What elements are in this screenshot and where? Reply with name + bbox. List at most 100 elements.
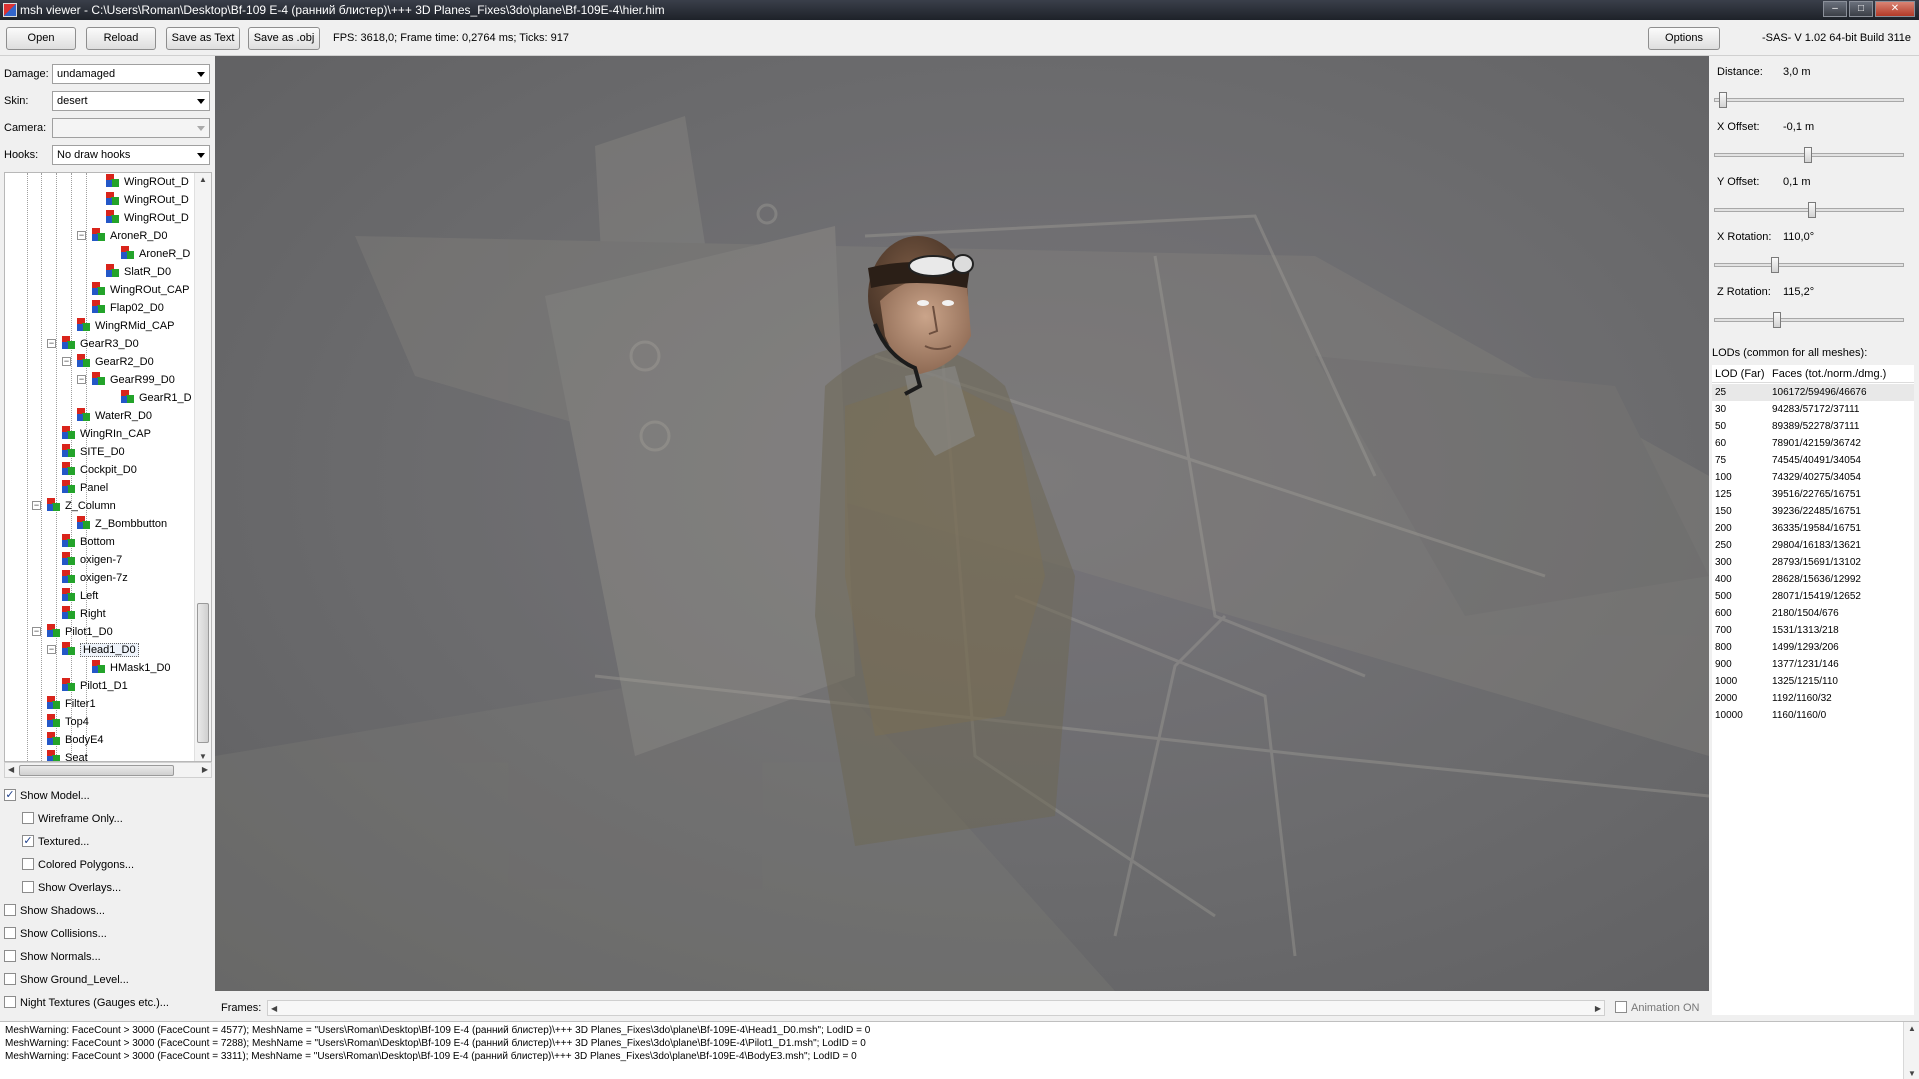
- tree-node[interactable]: WingRMid_CAP: [77, 317, 174, 335]
- slider-thumb[interactable]: [1771, 257, 1780, 273]
- lod-row[interactable]: 900 1377/1231/146: [1712, 656, 1914, 673]
- scroll-left-icon[interactable]: ◀: [271, 1004, 277, 1013]
- tree-node[interactable]: WingROut_D: [106, 173, 189, 191]
- scroll-right-icon[interactable]: ▶: [1595, 1004, 1601, 1013]
- tree-node[interactable]: Filter1: [47, 695, 96, 713]
- tree-node[interactable]: − Pilot1_D0: [32, 623, 113, 641]
- tree-node[interactable]: AroneR_D: [121, 245, 190, 263]
- options-button[interactable]: Options: [1648, 27, 1720, 50]
- checkbox[interactable]: [22, 881, 34, 893]
- tree-node[interactable]: − AroneR_D0: [77, 227, 167, 245]
- collapse-icon[interactable]: −: [77, 375, 86, 384]
- log-scrollbar[interactable]: ▲ ▼: [1903, 1022, 1919, 1079]
- lod-row[interactable]: 30 94283/57172/37111: [1712, 401, 1914, 418]
- lod-row[interactable]: 75 74545/40491/34054: [1712, 452, 1914, 469]
- lod-row[interactable]: 25 106172/59496/46676: [1712, 384, 1914, 401]
- scroll-down-icon[interactable]: ▼: [199, 752, 207, 761]
- close-button[interactable]: ✕: [1875, 1, 1915, 17]
- log-output[interactable]: MeshWarning: FaceCount > 3000 (FaceCount…: [0, 1021, 1919, 1079]
- lod-faces-header[interactable]: Faces (tot./norm./dmg.): [1772, 368, 1886, 380]
- lod-row[interactable]: 700 1531/1313/218: [1712, 622, 1914, 639]
- tree-node[interactable]: Seat: [47, 749, 88, 761]
- collapse-icon[interactable]: −: [62, 357, 71, 366]
- lod-table[interactable]: LOD (Far) Faces (tot./norm./dmg.) 25 1061…: [1712, 365, 1914, 1015]
- tree-node[interactable]: − GearR3_D0: [47, 335, 139, 353]
- slider-track[interactable]: [1714, 312, 1904, 328]
- lod-row[interactable]: 500 28071/15419/12652: [1712, 588, 1914, 605]
- tree-node[interactable]: − Head1_D0: [47, 641, 139, 659]
- slider-track[interactable]: [1714, 147, 1904, 163]
- lod-row[interactable]: 800 1499/1293/206: [1712, 639, 1914, 656]
- slider-track[interactable]: [1714, 202, 1904, 218]
- lod-row[interactable]: 200 36335/19584/16751: [1712, 520, 1914, 537]
- slider-thumb[interactable]: [1773, 312, 1782, 328]
- save-as-text-button[interactable]: Save as Text: [166, 27, 240, 50]
- damage-select[interactable]: undamaged: [52, 64, 210, 84]
- checkbox[interactable]: [4, 973, 16, 985]
- lod-row[interactable]: 50 89389/52278/37111: [1712, 418, 1914, 435]
- skin-select[interactable]: desert: [52, 91, 210, 111]
- tree-horizontal-scrollbar[interactable]: ◀ ▶: [4, 762, 212, 778]
- tree-node[interactable]: − Z_Column: [32, 497, 116, 515]
- scroll-up-icon[interactable]: ▲: [1908, 1024, 1916, 1033]
- checkbox[interactable]: [4, 927, 16, 939]
- tree-node[interactable]: Panel: [62, 479, 108, 497]
- lod-far-header[interactable]: LOD (Far): [1715, 368, 1765, 380]
- tree-node[interactable]: − GearR99_D0: [77, 371, 175, 389]
- tree-node[interactable]: GearR1_D: [121, 389, 192, 407]
- scroll-down-icon[interactable]: ▼: [1908, 1069, 1916, 1078]
- tree-node[interactable]: Right: [62, 605, 106, 623]
- mesh-tree[interactable]: WingROut_D WingROut_D WingROut_D − AroneR_D0…: [4, 172, 212, 762]
- scroll-up-icon[interactable]: ▲: [199, 175, 207, 184]
- save-as-obj-button[interactable]: Save as .obj: [248, 27, 320, 50]
- tree-node[interactable]: SlatR_D0: [106, 263, 171, 281]
- checkbox[interactable]: [22, 858, 34, 870]
- checkbox[interactable]: [4, 904, 16, 916]
- collapse-icon[interactable]: −: [77, 231, 86, 240]
- lod-row[interactable]: 100 74329/40275/34054: [1712, 469, 1914, 486]
- minimize-button[interactable]: –: [1823, 1, 1847, 17]
- tree-node[interactable]: BodyE4: [47, 731, 104, 749]
- camera-select[interactable]: [52, 118, 210, 138]
- lod-row[interactable]: 10000 1160/1160/0: [1712, 707, 1914, 724]
- lod-row[interactable]: 150 39236/22485/16751: [1712, 503, 1914, 520]
- collapse-icon[interactable]: −: [32, 627, 41, 636]
- checkbox[interactable]: [22, 812, 34, 824]
- frames-slider[interactable]: ◀ ▶: [267, 1000, 1605, 1016]
- tree-node[interactable]: WingROut_D: [106, 209, 189, 227]
- slider-thumb[interactable]: [1807, 202, 1816, 218]
- tree-node[interactable]: oxigen-7: [62, 551, 122, 569]
- slider-thumb[interactable]: [1718, 92, 1727, 108]
- checkbox[interactable]: ✓: [4, 789, 16, 801]
- maximize-button[interactable]: □: [1849, 1, 1873, 17]
- collapse-icon[interactable]: −: [47, 339, 56, 348]
- scroll-thumb[interactable]: [197, 603, 209, 743]
- hooks-select[interactable]: No draw hooks: [52, 145, 210, 165]
- lod-row[interactable]: 600 2180/1504/676: [1712, 605, 1914, 622]
- tree-node[interactable]: Flap02_D0: [92, 299, 164, 317]
- tree-node[interactable]: Cockpit_D0: [62, 461, 137, 479]
- tree-node[interactable]: HMask1_D0: [92, 659, 171, 677]
- tree-node[interactable]: WingROut_CAP: [92, 281, 189, 299]
- lod-row[interactable]: 400 28628/15636/12992: [1712, 571, 1914, 588]
- lod-row[interactable]: 2000 1192/1160/32: [1712, 690, 1914, 707]
- tree-node[interactable]: WaterR_D0: [77, 407, 152, 425]
- checkbox[interactable]: ✓: [22, 835, 34, 847]
- 3d-viewport[interactable]: [215, 56, 1709, 991]
- collapse-icon[interactable]: −: [47, 645, 56, 654]
- tree-node[interactable]: Z_Bombbutton: [77, 515, 167, 533]
- tree-node[interactable]: SITE_D0: [62, 443, 125, 461]
- checkbox[interactable]: [4, 950, 16, 962]
- lod-row[interactable]: 300 28793/15691/13102: [1712, 554, 1914, 571]
- tree-node[interactable]: WingROut_D: [106, 191, 189, 209]
- animation-checkbox[interactable]: [1615, 1001, 1627, 1013]
- reload-button[interactable]: Reload: [86, 27, 156, 50]
- tree-node[interactable]: Top4: [47, 713, 89, 731]
- tree-node[interactable]: Left: [62, 587, 98, 605]
- tree-node[interactable]: Pilot1_D1: [62, 677, 128, 695]
- scroll-thumb[interactable]: [19, 765, 174, 776]
- tree-node[interactable]: − GearR2_D0: [62, 353, 154, 371]
- tree-node[interactable]: Bottom: [62, 533, 115, 551]
- slider-track[interactable]: [1714, 257, 1904, 273]
- tree-node[interactable]: WingRIn_CAP: [62, 425, 151, 443]
